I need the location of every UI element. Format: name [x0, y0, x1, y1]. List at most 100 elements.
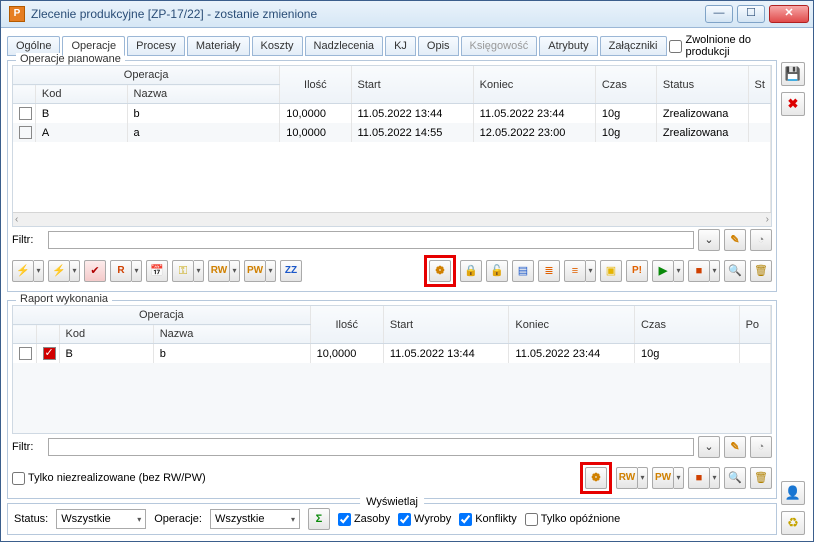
filter-edit-icon[interactable]: ✎: [724, 436, 746, 458]
filter-dropdown-icon[interactable]: ⌄: [698, 436, 720, 458]
col-chk[interactable]: [13, 85, 35, 104]
operacje-combo[interactable]: Wszystkie ▾: [210, 509, 300, 529]
chart1-icon[interactable]: ▤: [512, 260, 534, 282]
unlock-icon[interactable]: 🔓: [486, 260, 508, 282]
p-button[interactable]: P!: [626, 260, 648, 282]
col-kod[interactable]: Kod: [59, 325, 153, 344]
pw-button[interactable]: PW: [652, 467, 674, 489]
only-unrealized-checkbox[interactable]: [12, 472, 25, 485]
chk-zasoby-wrap[interactable]: Zasoby: [338, 513, 390, 526]
col-start[interactable]: Start: [383, 306, 509, 344]
maximize-button[interactable]: ☐: [737, 5, 765, 23]
col-operacja-group[interactable]: Operacja: [13, 66, 280, 85]
stop-icon[interactable]: ■: [688, 260, 710, 282]
close-button[interactable]: ✕: [769, 5, 809, 23]
dd-icon[interactable]: ▾: [132, 260, 142, 282]
report-grid[interactable]: Operacja Ilość Start Koniec Czas Po Kod …: [12, 305, 772, 434]
flag-red-icon[interactable]: ✔: [84, 260, 106, 282]
planned-filter-input[interactable]: [48, 231, 694, 249]
zz-button[interactable]: ZZ: [280, 260, 302, 282]
release-checkbox[interactable]: [669, 40, 682, 53]
bolt-green-icon[interactable]: ⚡: [48, 260, 70, 282]
col-st-extra[interactable]: St: [748, 66, 770, 104]
chk-konflikty-wrap[interactable]: Konflikty: [459, 513, 517, 526]
filter-build-icon[interactable]: ◔: [750, 436, 772, 458]
col-kod[interactable]: Kod: [35, 85, 127, 104]
tab-procesy[interactable]: Procesy: [127, 36, 185, 56]
search-icon[interactable]: 🔍: [724, 467, 746, 489]
col-koniec[interactable]: Koniec: [509, 306, 635, 344]
rw-button[interactable]: RW: [208, 260, 230, 282]
col-operacja-group[interactable]: Operacja: [13, 306, 310, 325]
col-nazwa[interactable]: Nazwa: [127, 85, 280, 104]
dd-icon[interactable]: ▾: [586, 260, 596, 282]
table-row[interactable]: B b 10,0000 11.05.2022 13:44 11.05.2022 …: [13, 104, 771, 124]
row-checkbox[interactable]: [19, 126, 32, 139]
dd-icon[interactable]: ▾: [638, 467, 648, 489]
col-status[interactable]: Status: [656, 66, 748, 104]
minimize-button[interactable]: —: [705, 5, 733, 23]
row-checkbox[interactable]: [19, 347, 32, 360]
play-icon[interactable]: ▶: [652, 260, 674, 282]
col-ilosc[interactable]: Ilość: [280, 66, 351, 104]
layers-icon[interactable]: ▣: [600, 260, 622, 282]
dd-icon[interactable]: ▾: [266, 260, 276, 282]
col-czas[interactable]: Czas: [595, 66, 656, 104]
dd-icon[interactable]: ▾: [674, 260, 684, 282]
dd-icon[interactable]: ▾: [674, 467, 684, 489]
chk-konflikty[interactable]: [459, 513, 472, 526]
filter-edit-icon[interactable]: ✎: [724, 229, 746, 251]
tab-materialy[interactable]: Materiały: [187, 36, 250, 56]
cancel-icon[interactable]: ✖: [781, 92, 805, 116]
r-button[interactable]: R: [110, 260, 132, 282]
col-nazwa[interactable]: Nazwa: [153, 325, 310, 344]
key-icon[interactable]: ⚿: [172, 260, 194, 282]
stop-icon[interactable]: ■: [688, 467, 710, 489]
tab-zalaczniki[interactable]: Załączniki: [600, 36, 667, 56]
save-icon[interactable]: 💾: [781, 62, 805, 86]
chk-zasoby[interactable]: [338, 513, 351, 526]
calendar-icon[interactable]: 📅: [146, 260, 168, 282]
tab-nadzlecenia[interactable]: Nadzlecenia: [305, 36, 384, 56]
pw-button[interactable]: PW: [244, 260, 266, 282]
search-icon[interactable]: 🔍: [724, 260, 746, 282]
chk-wyroby-wrap[interactable]: Wyroby: [398, 513, 451, 526]
tab-opis[interactable]: Opis: [418, 36, 459, 56]
table-row[interactable]: A a 10,0000 11.05.2022 14:55 12.05.2022 …: [13, 123, 771, 142]
tab-kj[interactable]: KJ: [385, 36, 416, 56]
chart3-icon[interactable]: ≡: [564, 260, 586, 282]
dd-icon[interactable]: ▾: [230, 260, 240, 282]
col-czas[interactable]: Czas: [634, 306, 739, 344]
trash-icon[interactable]: 🗑: [750, 260, 772, 282]
chk-opoznione[interactable]: [525, 513, 538, 526]
col-start[interactable]: Start: [351, 66, 473, 104]
user-icon[interactable]: 👤: [781, 481, 805, 505]
row-checkbox[interactable]: [19, 107, 32, 120]
chart2-icon[interactable]: ≣: [538, 260, 560, 282]
h-scrollbar[interactable]: ‹›: [13, 212, 771, 226]
gear-icon[interactable]: ❁: [429, 260, 451, 282]
release-checkbox-wrap[interactable]: Zwolnione do produkcji: [669, 34, 778, 58]
planned-grid[interactable]: Operacja Ilość Start Koniec Czas Status …: [12, 65, 772, 227]
dd-icon[interactable]: ▾: [710, 260, 720, 282]
tab-operacje[interactable]: Operacje: [62, 36, 125, 56]
only-unrealized-wrap[interactable]: Tylko niezrealizowane (bez RW/PW): [12, 472, 206, 485]
bolt-icon[interactable]: ⚡: [12, 260, 34, 282]
dd-icon[interactable]: ▾: [34, 260, 44, 282]
status-combo[interactable]: Wszystkie ▾: [56, 509, 146, 529]
col-po[interactable]: Po: [739, 306, 770, 344]
dd-icon[interactable]: ▾: [70, 260, 80, 282]
lock-icon[interactable]: 🔒: [460, 260, 482, 282]
trash-icon[interactable]: 🗑: [750, 467, 772, 489]
gear-icon[interactable]: ❁: [585, 467, 607, 489]
recycle-icon[interactable]: ♻: [781, 511, 805, 535]
sigma-button[interactable]: Σ: [308, 508, 330, 530]
col-koniec[interactable]: Koniec: [473, 66, 595, 104]
filter-build-icon[interactable]: ◔: [750, 229, 772, 251]
chk-opoznione-wrap[interactable]: Tylko opóźnione: [525, 513, 621, 526]
table-row[interactable]: B b 10,0000 11.05.2022 13:44 11.05.2022 …: [13, 344, 771, 364]
rw-button[interactable]: RW: [616, 467, 638, 489]
report-filter-input[interactable]: [48, 438, 694, 456]
chk-wyroby[interactable]: [398, 513, 411, 526]
filter-dropdown-icon[interactable]: ⌄: [698, 229, 720, 251]
